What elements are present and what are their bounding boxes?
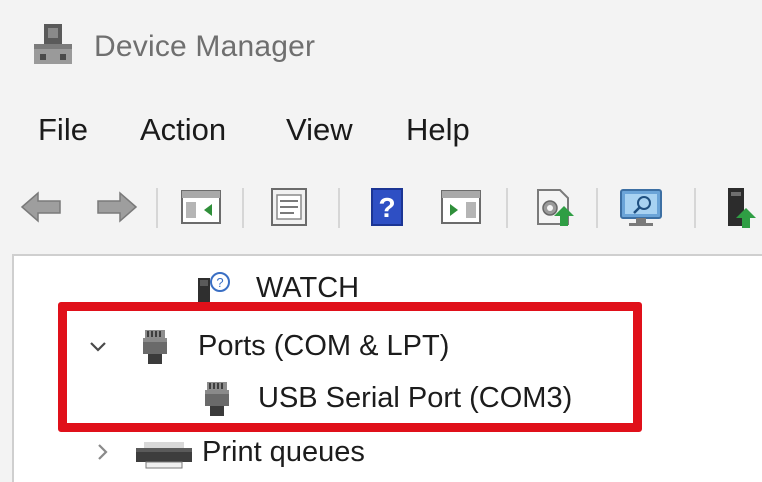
menu-file[interactable]: File <box>38 112 88 148</box>
window-title: Device Manager <box>94 30 316 63</box>
tree-item-print-queues[interactable]: Print queues <box>14 428 754 478</box>
chevron-right-icon[interactable] <box>96 442 110 462</box>
toolbar-separator <box>596 188 598 228</box>
toolbar-separator <box>506 188 508 228</box>
toolbar-separator <box>156 188 158 228</box>
title-bar: Device Manager <box>0 0 762 96</box>
menu-action[interactable]: Action <box>140 112 226 148</box>
action-pane-icon[interactable] <box>436 182 486 232</box>
svg-text:?: ? <box>216 275 223 290</box>
toolbar: ? <box>0 168 762 250</box>
help-icon[interactable]: ? <box>362 182 412 232</box>
toolbar-separator <box>242 188 244 228</box>
toolbar-separator <box>694 188 696 228</box>
tree-item-label: WATCH <box>256 272 360 304</box>
update-driver-icon[interactable] <box>528 182 578 232</box>
scan-hardware-icon[interactable] <box>616 182 666 232</box>
svg-text:?: ? <box>378 192 395 223</box>
device-manager-app-icon <box>34 24 72 64</box>
show-hide-console-tree-icon[interactable] <box>176 182 226 232</box>
device-icon[interactable] <box>716 182 762 232</box>
printer-icon <box>136 442 192 469</box>
device-manager-window: Device Manager File Action View Help ? ?… <box>0 0 762 482</box>
forward-arrow-icon[interactable] <box>90 182 140 232</box>
tree-item-label: Print queues <box>202 436 365 468</box>
highlight-annotation-box <box>58 302 642 432</box>
properties-icon[interactable] <box>264 182 314 232</box>
menu-view[interactable]: View <box>286 112 353 148</box>
back-arrow-icon[interactable] <box>18 182 68 232</box>
toolbar-separator <box>338 188 340 228</box>
menu-bar: File Action View Help <box>0 100 762 164</box>
menu-help[interactable]: Help <box>406 112 470 148</box>
